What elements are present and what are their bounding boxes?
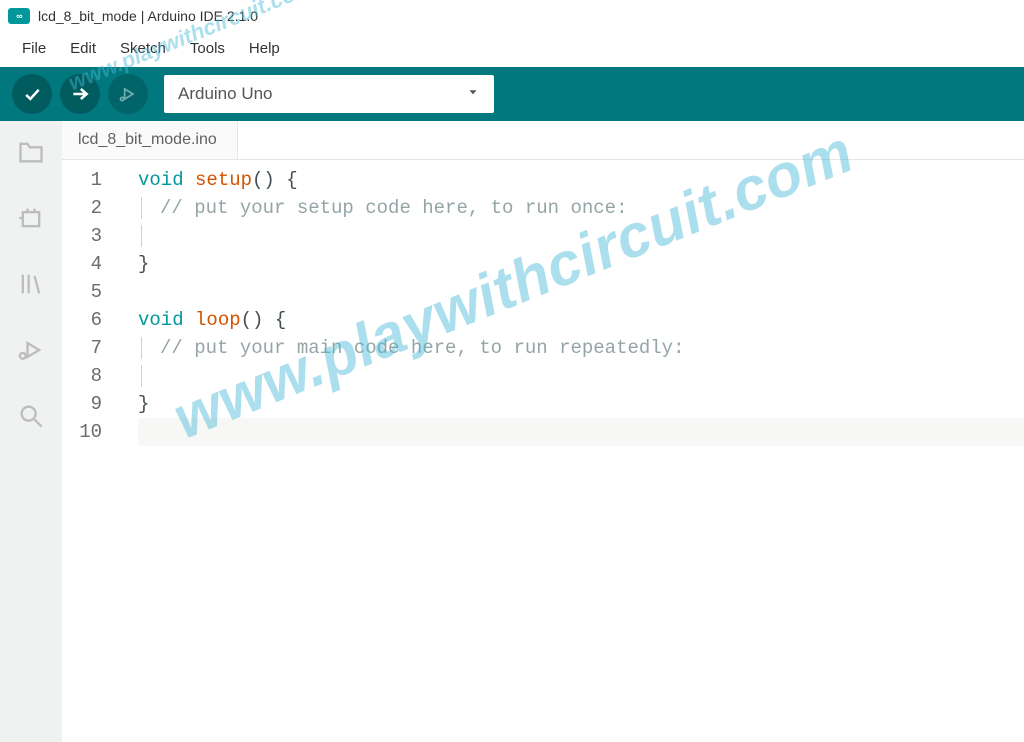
token-cm: // put your main code here, to run repea… — [160, 337, 685, 359]
line-number: 1 — [62, 166, 102, 194]
editor-area: lcd_8_bit_mode.ino 12345678910 void setu… — [62, 121, 1024, 742]
debug-button[interactable] — [108, 74, 148, 114]
line-number: 3 — [62, 222, 102, 250]
main-area: lcd_8_bit_mode.ino 12345678910 void setu… — [0, 121, 1024, 742]
menu-sketch[interactable]: Sketch — [110, 36, 176, 61]
indent-guide — [141, 365, 142, 387]
sidebar-sketchbook[interactable] — [16, 137, 46, 167]
code-line[interactable]: // put your main code here, to run repea… — [138, 334, 1024, 362]
board-icon — [17, 204, 45, 232]
verify-button[interactable] — [12, 74, 52, 114]
menu-file[interactable]: File — [12, 36, 56, 61]
line-number: 4 — [62, 250, 102, 278]
menubar: File Edit Sketch Tools Help — [0, 32, 1024, 67]
tab-row: lcd_8_bit_mode.ino — [62, 121, 1024, 160]
code-line[interactable] — [138, 362, 1024, 390]
books-icon — [17, 270, 45, 298]
arduino-infinity-icon: ∞ — [16, 11, 21, 21]
chevron-down-icon — [466, 85, 480, 104]
toolbar: Arduino Uno — [0, 67, 1024, 121]
left-sidebar — [0, 121, 62, 742]
search-icon — [17, 402, 45, 430]
folder-icon — [17, 138, 45, 166]
line-number: 2 — [62, 194, 102, 222]
code-line[interactable]: } — [138, 250, 1024, 278]
token-pn: () { — [241, 309, 287, 331]
titlebar: ∞ lcd_8_bit_mode | Arduino IDE 2.1.0 — [0, 0, 1024, 32]
check-icon — [22, 84, 42, 104]
menu-edit[interactable]: Edit — [60, 36, 106, 61]
code-line[interactable]: // put your setup code here, to run once… — [138, 194, 1024, 222]
menu-help[interactable]: Help — [239, 36, 290, 61]
debug-icon — [17, 336, 45, 364]
sidebar-debug[interactable] — [16, 335, 46, 365]
file-tab[interactable]: lcd_8_bit_mode.ino — [62, 121, 238, 159]
token-kw: void — [138, 309, 195, 331]
indent-guide — [141, 197, 142, 219]
sidebar-library-manager[interactable] — [16, 269, 46, 299]
indent-guide — [141, 337, 142, 359]
arduino-app-icon: ∞ — [8, 8, 30, 24]
file-tab-label: lcd_8_bit_mode.ino — [78, 131, 217, 149]
board-selector-label: Arduino Uno — [178, 84, 273, 104]
line-number: 10 — [62, 418, 102, 446]
window-title: lcd_8_bit_mode | Arduino IDE 2.1.0 — [38, 8, 258, 24]
code-line[interactable]: void loop() { — [138, 306, 1024, 334]
sidebar-boards-manager[interactable] — [16, 203, 46, 233]
token-fn: loop — [195, 309, 241, 331]
sidebar-search[interactable] — [16, 401, 46, 431]
debug-play-icon — [118, 84, 138, 104]
code-line[interactable] — [138, 222, 1024, 250]
line-number-gutter: 12345678910 — [62, 166, 118, 742]
token-pn: } — [138, 393, 149, 415]
menu-tools[interactable]: Tools — [180, 36, 235, 61]
board-selector[interactable]: Arduino Uno — [164, 75, 494, 113]
code-line[interactable] — [138, 418, 1024, 446]
code-content[interactable]: void setup() {// put your setup code her… — [118, 166, 1024, 742]
line-number: 7 — [62, 334, 102, 362]
code-editor[interactable]: 12345678910 void setup() {// put your se… — [62, 160, 1024, 742]
line-number: 8 — [62, 362, 102, 390]
line-number: 9 — [62, 390, 102, 418]
token-pn: } — [138, 253, 149, 275]
line-number: 5 — [62, 278, 102, 306]
token-pn: () { — [252, 169, 298, 191]
code-line[interactable] — [138, 278, 1024, 306]
code-line[interactable]: void setup() { — [138, 166, 1024, 194]
arrow-right-icon — [70, 84, 90, 104]
upload-button[interactable] — [60, 74, 100, 114]
token-cm: // put your setup code here, to run once… — [160, 197, 627, 219]
token-fn: setup — [195, 169, 252, 191]
line-number: 6 — [62, 306, 102, 334]
token-kw: void — [138, 169, 195, 191]
indent-guide — [141, 225, 142, 247]
code-line[interactable]: } — [138, 390, 1024, 418]
